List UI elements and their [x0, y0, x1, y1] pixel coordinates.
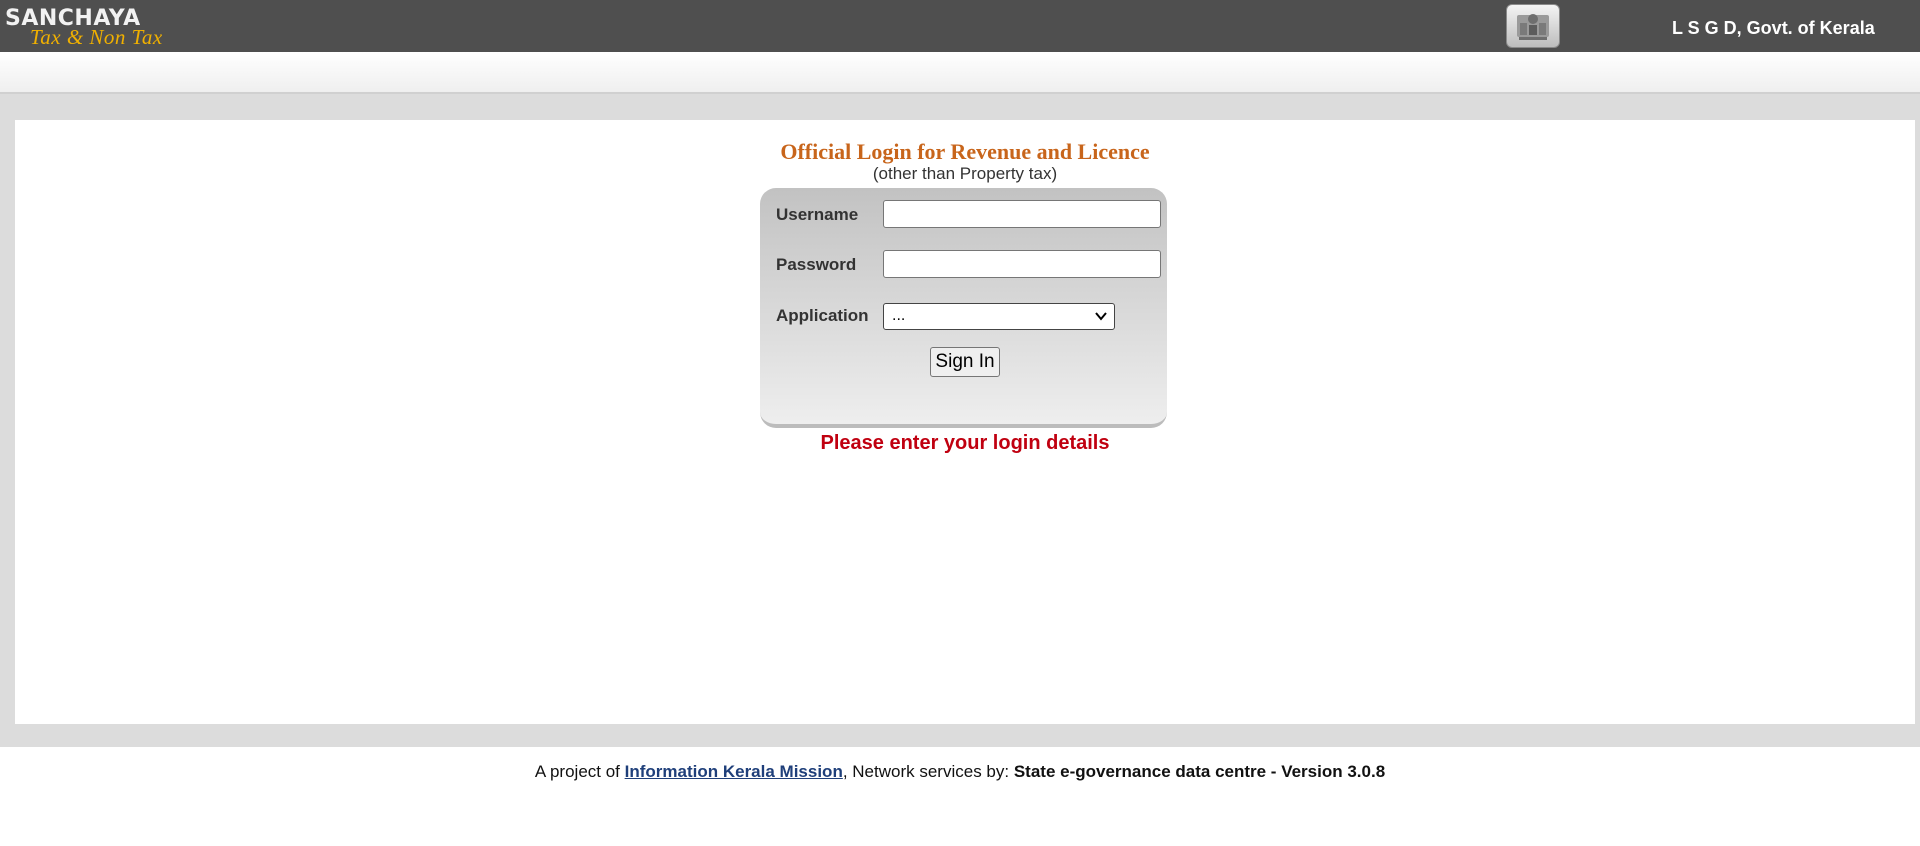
footer-middle: , Network services by:	[842, 762, 1014, 781]
application-label: Application	[776, 306, 869, 325]
nav-bar	[0, 52, 1920, 94]
emblem-graphic	[1517, 14, 1549, 40]
kerala-emblem-icon	[1506, 4, 1560, 48]
username-label: Username	[776, 205, 859, 224]
login-subtitle: (other than Property tax)	[872, 164, 1058, 183]
app-logo-subtitle: Tax & Non Tax	[30, 25, 163, 49]
application-select[interactable]: ...	[883, 303, 1115, 330]
department-name: L S G D, Govt. of Kerala	[1672, 18, 1875, 38]
sign-in-button[interactable]: Sign In	[930, 347, 1000, 377]
top-header: SANCHAYA Tax & Non Tax L S G D, Govt. of…	[0, 0, 1920, 52]
footer-prefix: A project of	[534, 762, 625, 781]
footer: A project of Information Kerala Mission,…	[0, 762, 1920, 782]
application-selected-value: ...	[892, 307, 906, 324]
password-label: Password	[776, 255, 857, 274]
login-status-message: Please enter your login details	[820, 432, 1110, 454]
information-kerala-mission-link[interactable]: Information Kerala Mission	[625, 762, 843, 781]
login-title: Official Login for Revenue and Licence	[780, 139, 1150, 164]
footer-provider: State e-governance data centre - Version…	[1013, 762, 1386, 781]
password-input[interactable]	[883, 250, 1161, 278]
username-input[interactable]	[883, 200, 1161, 228]
chevron-down-icon	[1095, 312, 1107, 321]
